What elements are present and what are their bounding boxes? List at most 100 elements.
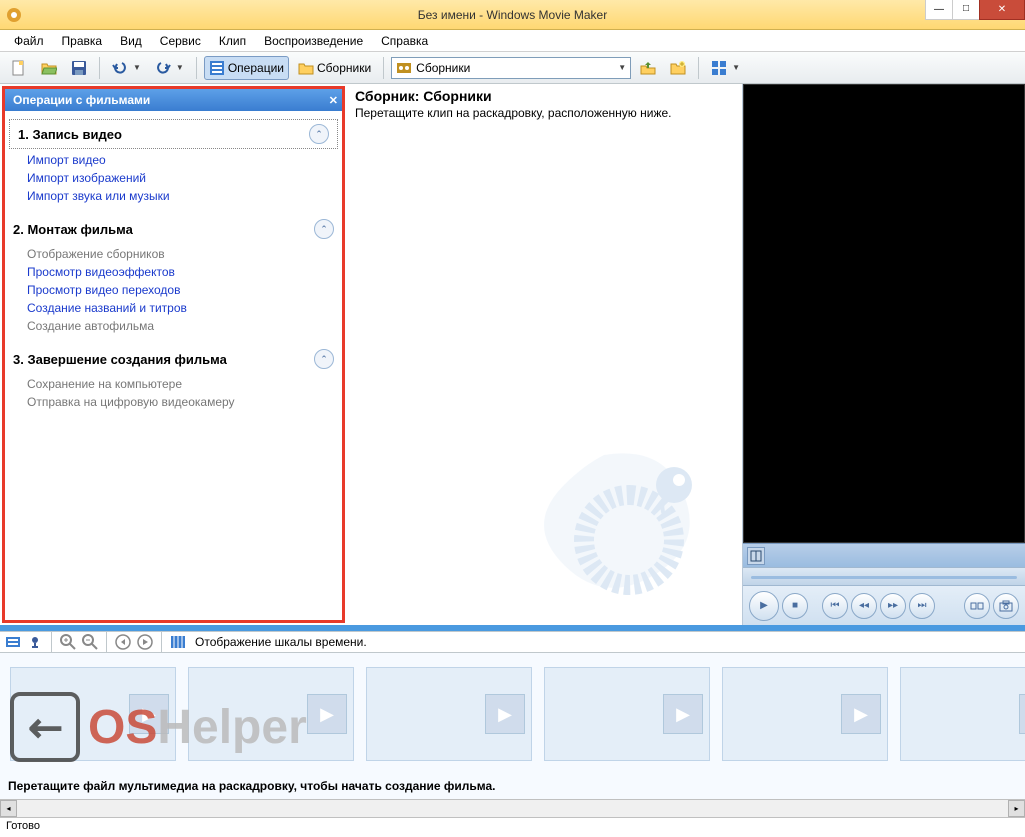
section-finish-movie[interactable]: 3. Завершение создания фильма ⌃ xyxy=(5,345,342,373)
collections-button[interactable]: Сборники xyxy=(293,56,376,80)
redo-button[interactable]: ▼ xyxy=(150,56,189,80)
save-button[interactable] xyxy=(66,56,92,80)
storyboard-cell[interactable]: ▶ xyxy=(10,667,176,761)
new-icon xyxy=(11,60,27,76)
tasks-button[interactable]: Операции xyxy=(204,56,289,80)
play-button[interactable]: ▶ xyxy=(749,591,779,621)
scroll-track[interactable] xyxy=(17,800,1008,817)
menu-view[interactable]: Вид xyxy=(112,32,150,50)
main-area: Операции с фильмами ✕ 1. Запись видео ⌃ … xyxy=(0,84,1025,625)
preview-tool-row xyxy=(743,543,1025,567)
toolbar-separator xyxy=(161,631,162,653)
play-timeline-icon[interactable] xyxy=(136,633,154,651)
task-panel-close[interactable]: ✕ xyxy=(329,94,338,107)
link-view-transitions[interactable]: Просмотр видео переходов xyxy=(27,281,342,299)
storyboard-cell[interactable]: ▶ xyxy=(900,667,1025,761)
transition-slot[interactable]: ▶ xyxy=(129,694,169,734)
redo-icon xyxy=(155,60,171,76)
tasks-button-label: Операции xyxy=(228,61,284,75)
dropdown-icon: ▼ xyxy=(618,63,626,72)
take-picture-button[interactable] xyxy=(993,593,1019,619)
rewind-icon[interactable] xyxy=(114,633,132,651)
menubar: Файл Правка Вид Сервис Клип Воспроизведе… xyxy=(0,30,1025,52)
step-back-button[interactable]: ◂◂ xyxy=(851,593,877,619)
link-auto-movie: Создание автофильма xyxy=(27,317,342,335)
preview-screen xyxy=(743,84,1025,543)
transition-slot[interactable]: ▶ xyxy=(1019,694,1025,734)
next-button[interactable]: ⏭ xyxy=(909,593,935,619)
menu-clip[interactable]: Клип xyxy=(211,32,254,50)
timeline-view-icon[interactable] xyxy=(4,633,22,651)
close-button[interactable]: ✕ xyxy=(979,0,1025,20)
toolbar-separator xyxy=(196,57,197,79)
section-capture-video[interactable]: 1. Запись видео ⌃ xyxy=(9,119,338,149)
collection-select[interactable]: Сборники ▼ xyxy=(391,57,631,79)
preview-seek-bar[interactable] xyxy=(743,567,1025,585)
collection-title: Сборник: Сборники xyxy=(355,88,734,104)
toolbar-separator xyxy=(698,57,699,79)
storyboard-cell[interactable]: ▶ xyxy=(722,667,888,761)
window-controls: — □ ✕ xyxy=(926,0,1025,22)
minimize-button[interactable]: — xyxy=(925,0,953,20)
toolbar-separator xyxy=(51,631,52,653)
narrate-icon[interactable] xyxy=(26,633,44,651)
transition-slot[interactable]: ▶ xyxy=(485,694,525,734)
section-edit-links: Отображение сборников Просмотр видеоэффе… xyxy=(5,243,342,339)
undo-button[interactable]: ▼ xyxy=(107,56,146,80)
dropdown-icon: ▼ xyxy=(732,63,740,72)
storyboard-hint: Перетащите файл мультимедиа на раскадров… xyxy=(0,773,1025,799)
link-import-video[interactable]: Импорт видео xyxy=(27,151,342,169)
scroll-left-button[interactable]: ◂ xyxy=(0,800,17,817)
chevron-up-icon[interactable]: ⌃ xyxy=(309,124,329,144)
zoom-in-icon[interactable] xyxy=(59,633,77,651)
storyboard-cell[interactable]: ▶ xyxy=(188,667,354,761)
menu-file[interactable]: Файл xyxy=(6,32,52,50)
section-title: 1. Запись видео xyxy=(18,127,309,142)
menu-tools[interactable]: Сервис xyxy=(152,32,209,50)
folder-icon xyxy=(298,60,314,76)
view-button[interactable]: ▼ xyxy=(706,56,745,80)
storyboard-cell[interactable]: ▶ xyxy=(544,667,710,761)
preview-controls: ▶ ■ ⏮ ◂◂ ▸▸ ⏭ xyxy=(743,585,1025,625)
transition-slot[interactable]: ▶ xyxy=(841,694,881,734)
show-timeline-icon[interactable] xyxy=(169,633,187,651)
zoom-out-icon[interactable] xyxy=(81,633,99,651)
link-view-effects[interactable]: Просмотр видеоэффектов xyxy=(27,263,342,281)
view-icon xyxy=(711,60,727,76)
step-fwd-button[interactable]: ▸▸ xyxy=(880,593,906,619)
maximize-button[interactable]: □ xyxy=(952,0,980,20)
timeline-toolbar-label[interactable]: Отображение шкалы времени. xyxy=(195,635,367,649)
storyboard-cell[interactable]: ▶ xyxy=(366,667,532,761)
new-folder-button[interactable] xyxy=(665,56,691,80)
chevron-up-icon[interactable]: ⌃ xyxy=(314,219,334,239)
link-make-titles[interactable]: Создание названий и титров xyxy=(27,299,342,317)
split-button[interactable] xyxy=(747,547,765,565)
menu-edit[interactable]: Правка xyxy=(54,32,111,50)
storyboard-hint-text: Перетащите файл мультимедиа на раскадров… xyxy=(8,779,496,793)
split-clip-button[interactable] xyxy=(964,593,990,619)
storyboard[interactable]: ▶ ▶ ▶ ▶ ▶ ▶ xyxy=(0,653,1025,773)
horizontal-scrollbar[interactable]: ◂ ▸ xyxy=(0,799,1025,817)
open-button[interactable] xyxy=(36,56,62,80)
collection-select-value: Сборники xyxy=(416,61,470,75)
new-folder-icon xyxy=(670,60,686,76)
scroll-right-button[interactable]: ▸ xyxy=(1008,800,1025,817)
preview-pane: ▶ ■ ⏮ ◂◂ ▸▸ ⏭ xyxy=(742,84,1025,625)
transition-slot[interactable]: ▶ xyxy=(663,694,703,734)
prev-button[interactable]: ⏮ xyxy=(822,593,848,619)
timeline-toolbar: Отображение шкалы времени. xyxy=(0,631,1025,653)
toolbar-separator xyxy=(106,631,107,653)
chevron-up-icon[interactable]: ⌃ xyxy=(314,349,334,369)
transition-slot[interactable]: ▶ xyxy=(307,694,347,734)
statusbar: Готово xyxy=(0,817,1025,837)
section-edit-movie[interactable]: 2. Монтаж фильма ⌃ xyxy=(5,215,342,243)
link-show-collections: Отображение сборников xyxy=(27,245,342,263)
stop-button[interactable]: ■ xyxy=(782,593,808,619)
link-import-pictures[interactable]: Импорт изображений xyxy=(27,169,342,187)
menu-help[interactable]: Справка xyxy=(373,32,436,50)
link-import-audio[interactable]: Импорт звука или музыки xyxy=(27,187,342,205)
menu-play[interactable]: Воспроизведение xyxy=(256,32,371,50)
window-title: Без имени - Windows Movie Maker xyxy=(418,8,607,22)
new-button[interactable] xyxy=(6,56,32,80)
up-level-button[interactable] xyxy=(635,56,661,80)
